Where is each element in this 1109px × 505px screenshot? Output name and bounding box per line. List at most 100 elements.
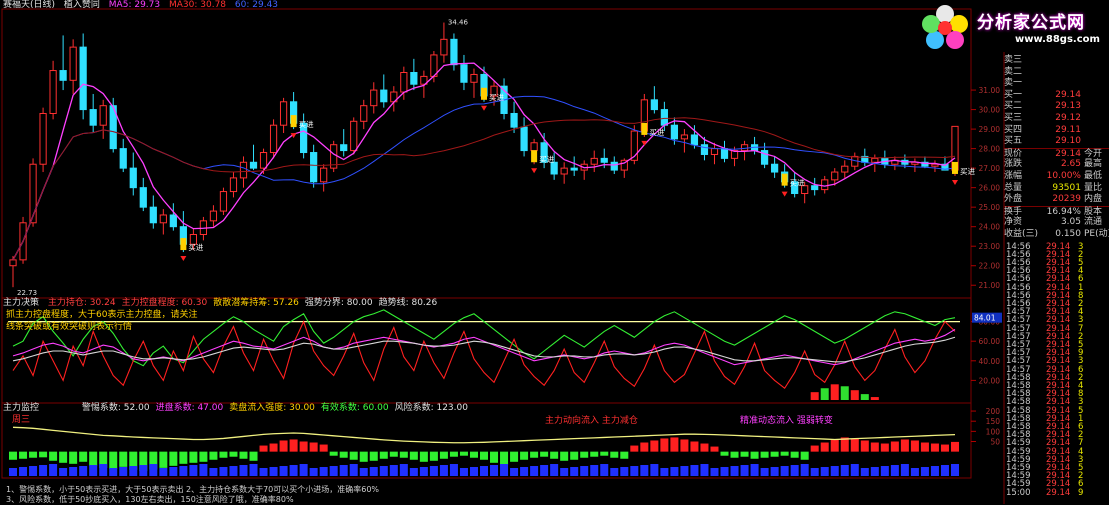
- sub2-bar: [930, 443, 939, 452]
- sub2-base-bar: [570, 467, 579, 476]
- sub2-base-bar: [920, 467, 929, 476]
- sub2-bar: [720, 451, 729, 456]
- sub2-base-bar: [770, 467, 779, 476]
- sub2-base-bar: [129, 466, 138, 476]
- quote-extra-label: 最低: [1084, 171, 1103, 181]
- low-price-label: 22.73: [17, 289, 37, 297]
- quote-value: 29.12: [1055, 113, 1081, 123]
- candle-body: [530, 142, 538, 152]
- sub2-base-bar: [269, 467, 278, 476]
- sub2-base-bar: [680, 466, 689, 476]
- quote-value: 0.150: [1055, 229, 1081, 239]
- tick-q: 9: [1078, 487, 1084, 498]
- sub2-bar: [890, 441, 899, 452]
- quote-label: 卖一: [1004, 78, 1023, 89]
- high-price-label: 34.46: [448, 19, 469, 27]
- sub2-bar: [520, 451, 529, 460]
- sub2-bar: [830, 439, 839, 452]
- candle-body: [811, 185, 819, 191]
- site-logo: 分析家公式网 www.88gs.com: [915, 0, 1109, 52]
- sub2-base-bar: [880, 466, 889, 476]
- sub2-bar: [429, 451, 438, 461]
- arrow-icon: [531, 168, 538, 174]
- quote-label: 涨跌: [1004, 159, 1023, 170]
- candle-body: [680, 134, 689, 140]
- sub2-bar: [730, 451, 739, 458]
- sub2-base-bar: [229, 466, 238, 476]
- quote-label: 净资: [1004, 217, 1023, 228]
- sub2-bar: [680, 439, 689, 452]
- sub1-item-1: 主力控盘程度: 60.30: [121, 298, 208, 308]
- last-value-label: 84.01: [974, 314, 996, 323]
- sub2-base-bar: [850, 464, 859, 476]
- sub1-item-0: 主力持仓: 30.24: [47, 298, 116, 308]
- sub2-base-bar: [309, 468, 318, 476]
- sub1-bars: [810, 384, 879, 400]
- candle-body: [239, 161, 248, 179]
- quote-value: 16.94%: [1046, 206, 1081, 217]
- sub2-bar: [49, 451, 58, 461]
- candle-body: [600, 157, 608, 163]
- quote-row: 卖一: [1004, 78, 1109, 89]
- sub2-bar: [950, 441, 959, 452]
- sub2-base-bar: [550, 464, 559, 476]
- quote-value: 20239: [1052, 194, 1081, 205]
- sub1-item-2: 散散潜筹持筹: 57.26: [213, 298, 299, 308]
- sub2-base-bar: [500, 464, 509, 476]
- sub2-base-bar: [299, 464, 308, 476]
- sub2-item-3: 有效系数: 60.00: [320, 403, 389, 413]
- sub1-bar: [860, 394, 869, 400]
- sub1-y-axis: 20.0040.0060.0080.0084.01: [971, 312, 1002, 385]
- sub2-base-bar: [520, 467, 529, 476]
- candle-body: [470, 73, 478, 83]
- sub2-base-bar: [99, 464, 108, 476]
- sub2-bar: [369, 451, 378, 461]
- sub2-base-bar: [790, 465, 799, 476]
- sub2-bar: [199, 451, 208, 462]
- quote-row: 买三 29.12: [1004, 113, 1109, 124]
- y-tick-label: 150: [986, 417, 1001, 426]
- quote-label: 买五: [1004, 136, 1023, 147]
- sub2-label-left: 周三: [12, 415, 31, 425]
- sub2-base-bar: [700, 464, 709, 476]
- tick-t: 15:00: [1006, 487, 1031, 498]
- sub2-base-bar: [289, 465, 298, 476]
- sub2-base-bar: [169, 467, 178, 476]
- sub2-bar: [289, 439, 298, 452]
- sub1-header: 主力决策 主力持仓: 30.24 主力控盘程度: 60.30 散散潜筹持筹: 57.…: [3, 298, 449, 309]
- sub2-bar: [69, 451, 78, 464]
- sub2-bar: [209, 451, 218, 460]
- sub2-base-bar: [890, 465, 899, 476]
- arrow-icon: [951, 179, 958, 185]
- sub2-bar: [540, 451, 549, 457]
- quote-value: 29.10: [1055, 136, 1081, 147]
- candle-body: [79, 46, 87, 111]
- quote-row: 买一 29.14: [1004, 90, 1109, 101]
- sub2-bar: [940, 444, 949, 452]
- sub2-base-bar: [870, 467, 879, 476]
- candlestick-series: [9, 22, 959, 288]
- chart-canvas: 21.00 22.00 23.00 24.00 25.00 26.00 27.00 28.00…: [1, 8, 1005, 504]
- candle-body: [560, 167, 568, 175]
- sub2-base-bar: [780, 466, 789, 476]
- sub2-base-bar: [209, 468, 218, 476]
- sub2-bar: [169, 451, 178, 466]
- quote-row: 总量 93501 量比: [1004, 183, 1109, 194]
- sub2-bar: [389, 451, 398, 457]
- sub1-bar: [810, 392, 819, 400]
- sub1-note1: 抓主力控盘程度，大于60表示主力控盘，请关注: [6, 310, 198, 320]
- quote-label: 收益(三): [1004, 229, 1039, 239]
- sub2-bar: [760, 451, 769, 458]
- sub2-bar: [670, 437, 679, 452]
- sub2-bar: [780, 451, 789, 456]
- sub2-base-bar: [69, 467, 78, 476]
- quote-value: 29.13: [1055, 101, 1081, 112]
- sub2-base-bar: [760, 468, 769, 476]
- sub2-base-bar: [409, 468, 418, 476]
- sub1-bar: [850, 390, 859, 400]
- candle-body: [871, 157, 879, 163]
- sub2-base-bar: [249, 464, 258, 476]
- sub2-base-bar: [59, 468, 68, 476]
- y-tick-label: 29.00: [979, 125, 1001, 134]
- sub2-base-bar: [459, 468, 468, 476]
